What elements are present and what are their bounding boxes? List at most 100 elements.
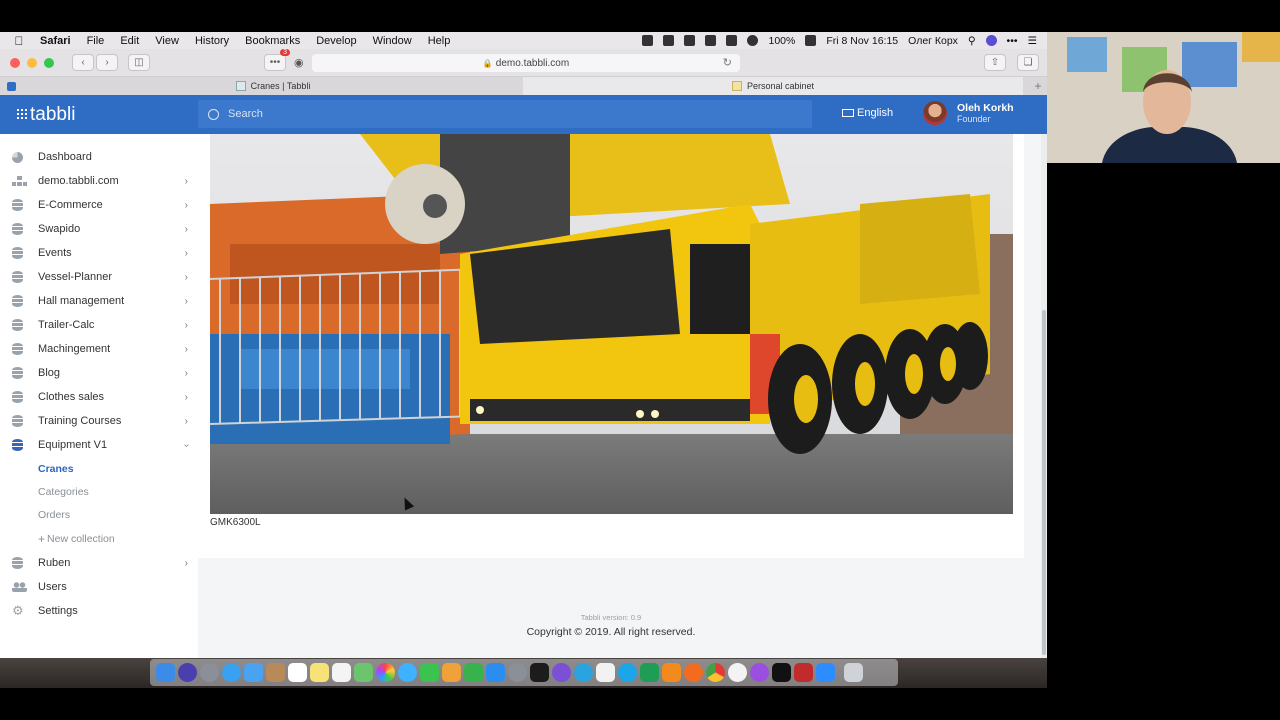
messages-icon[interactable] [398,663,417,682]
menu-history[interactable]: History [187,35,237,47]
tab-cranes[interactable]: Cranes | Tabbli [23,77,523,95]
plus-icon: + [38,532,46,546]
language-switcher[interactable]: English [842,107,893,119]
reload-icon[interactable]: ↻ [723,56,732,69]
sidebar-subitem-orders[interactable]: Orders [38,509,70,521]
menu-file[interactable]: File [79,35,113,47]
new-collection-button[interactable]: + New collection [38,532,115,546]
wifi-icon[interactable] [747,35,759,46]
dropbox-icon[interactable] [705,35,717,46]
search-input[interactable] [228,108,768,120]
minimize-window-icon[interactable] [27,57,37,68]
back-button[interactable]: ‹ [72,54,94,71]
forward-button[interactable]: › [96,54,118,71]
camera-icon[interactable] [663,35,675,46]
pycharm-icon[interactable] [640,663,659,682]
apple-menu-icon[interactable]:  [0,34,38,48]
sidebar-item-label: Users [38,581,67,593]
close-window-icon[interactable] [10,57,20,68]
sidebar-item-settings[interactable]: ⚙ Settings [12,599,188,623]
chrome-icon[interactable] [706,663,725,682]
address-bar[interactable]: 🔒 demo.tabbli.com ↻ [312,54,740,72]
viber-icon[interactable] [552,663,571,682]
apple-tv-icon[interactable] [772,663,791,682]
siri-icon[interactable] [178,663,197,682]
sidebar-item-equipment-v1[interactable]: Equipment V1 › [12,433,192,457]
sidebar-item-ruben[interactable]: Ruben › [12,551,188,575]
new-tab-icon[interactable]: + [1029,77,1047,95]
menu-app[interactable]: Safari [38,35,79,47]
terminal-icon[interactable] [530,663,549,682]
slack-icon[interactable] [596,663,615,682]
sidebar-item-clothes-sales[interactable]: Clothes sales › [12,385,188,409]
tabs-overview-button[interactable]: ❏ [1017,54,1039,71]
firefox-icon[interactable] [684,663,703,682]
menu-window[interactable]: Window [365,35,420,47]
system-preferences-icon[interactable] [508,663,527,682]
mail-icon[interactable] [244,663,263,682]
sidebar-item-training-courses[interactable]: Training Courses › [12,409,188,433]
itunes-icon[interactable] [728,663,747,682]
record-icon[interactable] [642,35,654,46]
photo-booth-icon[interactable] [794,663,813,682]
safari-icon[interactable] [222,663,241,682]
sidebar-item-dashboard[interactable]: Dashboard [12,145,188,169]
finder-icon[interactable] [156,663,175,682]
telegram-icon[interactable] [574,663,593,682]
sidebar-item-swapido[interactable]: Swapido › [12,217,188,241]
menu-edit[interactable]: Edit [112,35,147,47]
input-source-icon[interactable] [684,35,696,46]
database-icon [12,223,23,235]
battery-icon[interactable] [805,35,817,46]
sidebar-item-e-commerce[interactable]: E-Commerce › [12,193,188,217]
user-menu[interactable]: Oleh Korkh Founder [923,101,1014,125]
sidebar-item-users[interactable]: Users [12,575,188,599]
calendar-icon[interactable] [288,663,307,682]
sidebar-toggle-icon[interactable]: ◫ [128,54,150,71]
tabbli-logo[interactable]: tabbli [0,104,198,126]
more-menu-icon[interactable]: ••• [1007,35,1018,47]
sidebar-item-trailer-calc[interactable]: Trailer-Calc › [12,313,188,337]
sidebar-item-hall-management[interactable]: Hall management › [12,289,188,313]
skype-icon[interactable] [618,663,637,682]
notification-center-icon[interactable]: ☰ [1028,35,1037,47]
siri-icon[interactable] [985,35,997,46]
sidebar-subitem-categories[interactable]: Categories [38,486,89,498]
crane-photo[interactable] [210,134,1013,514]
maps-icon[interactable] [354,663,373,682]
menu-bookmarks[interactable]: Bookmarks [237,35,308,47]
menu-develop[interactable]: Develop [308,35,364,47]
sidebar-item-events[interactable]: Events › [12,241,188,265]
scrollbar-thumb[interactable] [1042,310,1046,655]
sidebar-item-blog[interactable]: Blog › [12,361,188,385]
podcasts-icon[interactable] [750,663,769,682]
contacts-icon[interactable] [266,663,285,682]
pinned-tab-icon[interactable] [7,81,16,91]
app-store-icon[interactable] [486,663,505,682]
zoom-icon[interactable] [816,663,835,682]
trash-icon[interactable] [844,663,863,682]
menubar-user[interactable]: Олег Корх [908,35,958,47]
sublime-icon[interactable] [662,663,681,682]
share-button[interactable]: ⇧ [984,54,1006,71]
numbers-icon[interactable] [464,663,483,682]
bluetooth-icon[interactable] [726,35,738,46]
sidebar-subitem-cranes[interactable]: Cranes [38,463,74,475]
launchpad-icon[interactable] [200,663,219,682]
reader-icon[interactable]: ◉ [294,56,304,69]
tab-personal-cabinet[interactable]: Personal cabinet [523,77,1023,95]
spotlight-icon[interactable]: ⚲ [968,35,976,47]
extensions-button[interactable]: ••• 3 [264,49,290,71]
facetime-icon[interactable] [420,663,439,682]
sidebar-item-demo-tabbli[interactable]: demo.tabbli.com › [12,169,188,193]
notes-icon[interactable] [310,663,329,682]
menu-view[interactable]: View [147,35,187,47]
sidebar-item-vessel-planner[interactable]: Vessel-Planner › [12,265,188,289]
sidebar-item-machingement[interactable]: Machingement › [12,337,188,361]
reminders-icon[interactable] [332,663,351,682]
zoom-window-icon[interactable] [44,57,54,68]
menu-help[interactable]: Help [420,35,459,47]
photos-icon[interactable] [376,663,395,682]
pages-icon[interactable] [442,663,461,682]
menubar-clock[interactable]: Fri 8 Nov 16:15 [826,35,898,47]
